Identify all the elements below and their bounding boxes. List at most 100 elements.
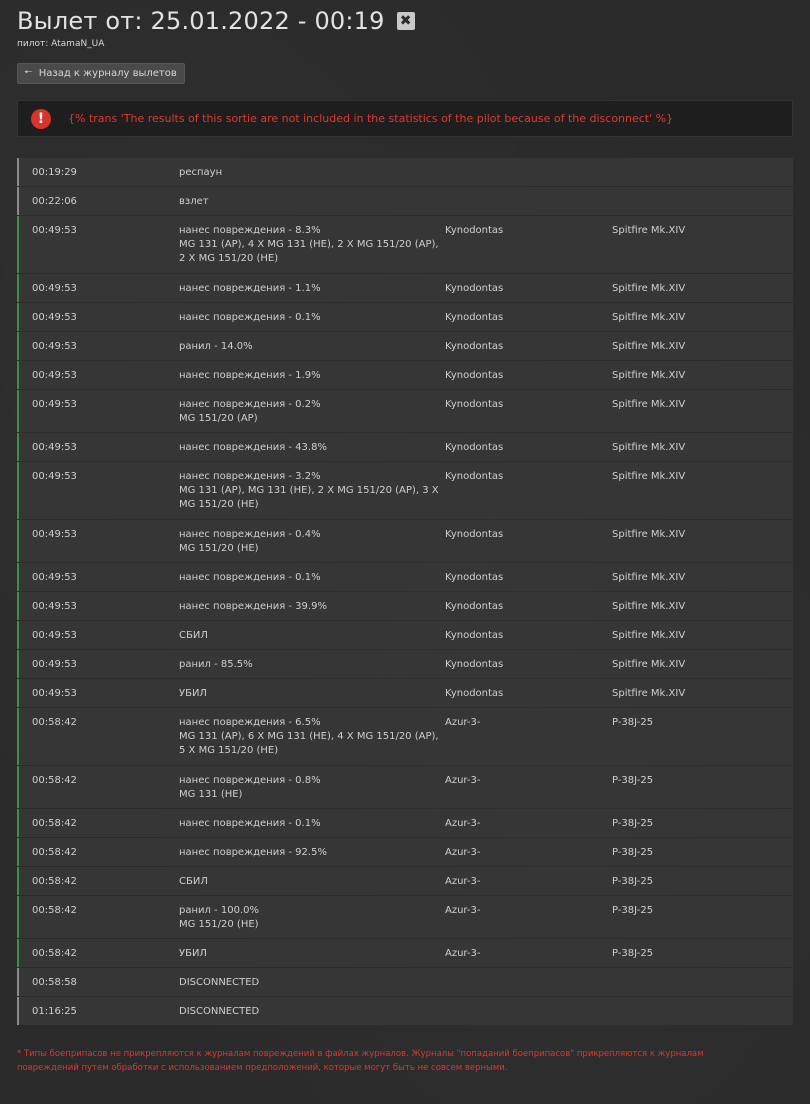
log-target-aircraft: Spitfire Mk.XIV [612, 572, 686, 583]
log-target-aircraft: Spitfire Mk.XIV [612, 225, 686, 236]
log-row: 00:49:53 нанес повреждения - 0.4% MG 151/2… [17, 520, 793, 562]
log-target-aircraft: Spitfire Mk.XIV [612, 601, 686, 612]
log-time: 01:16:25 [32, 1006, 77, 1017]
log-target-aircraft: Spitfire Mk.XIV [612, 312, 686, 323]
log-time: 00:58:42 [32, 775, 77, 786]
log-time: 00:22:06 [32, 196, 77, 207]
log-event-cell: нанес повреждения - 0.2% MG 151/20 (AP) [179, 398, 445, 424]
log-event: нанес повреждения - 3.2% [179, 471, 321, 482]
log-row: 00:58:42 СБИЛ Azur-3- P-38J-25 [17, 867, 793, 895]
log-time: 00:49:53 [32, 370, 77, 381]
log-time: 00:58:58 [32, 977, 77, 988]
log-event: УБИЛ [179, 688, 207, 699]
log-row: 00:49:53 нанес повреждения - 0.2% MG 151/2… [17, 390, 793, 432]
log-target-pilot [445, 195, 612, 207]
log-target-aircraft: Spitfire Mk.XIV [612, 659, 686, 670]
log-event-cell: нанес повреждения - 3.2% MG 131 (AP), MG … [179, 470, 445, 511]
log-target-pilot: Kynodontas [445, 601, 504, 612]
log-ammo: MG 131 (AP), MG 131 (HE), 2 X MG 151/20 … [179, 484, 439, 510]
log-event-cell: взлет [179, 195, 445, 207]
log-target-pilot: Kynodontas [445, 341, 504, 352]
log-target-pilot: Kynodontas [445, 572, 504, 583]
log-target-pilot: Azur-3- [445, 847, 481, 858]
log-event: взлет [179, 196, 209, 207]
log-event: ранил - 85.5% [179, 659, 253, 670]
log-target-pilot: Kynodontas [445, 283, 504, 294]
log-target-aircraft: Spitfire Mk.XIV [612, 471, 686, 482]
log-target-pilot: Kynodontas [445, 312, 504, 323]
log-row: 00:58:42 ранил - 100.0% MG 151/20 (HE) Azur… [17, 896, 793, 938]
log-row: 00:49:53 нанес повреждения - 1.9% Kynodont… [17, 361, 793, 389]
log-target-pilot: Azur-3- [445, 775, 481, 786]
log-event: нанес повреждения - 0.2% [179, 399, 321, 410]
log-event: нанес повреждения - 0.1% [179, 818, 321, 829]
log-event-cell: СБИЛ [179, 629, 445, 641]
log-event-cell: DISCONNECTED [179, 1005, 445, 1017]
log-row: 00:49:53 УБИЛ Kynodontas Spitfire Mk.XIV [17, 679, 793, 707]
log-event: нанес повреждения - 43.8% [179, 442, 327, 453]
log-event-cell: нанес повреждения - 0.1% [179, 311, 445, 323]
log-time: 00:19:29 [32, 167, 77, 178]
log-time: 00:49:53 [32, 529, 77, 540]
sortie-page: Вылет от: 25.01.2022 - 00:19 ✖ пилот: At… [0, 0, 810, 1075]
log-event: УБИЛ [179, 948, 207, 959]
log-target-pilot: Azur-3- [445, 818, 481, 829]
log-target-aircraft: Spitfire Mk.XIV [612, 442, 686, 453]
log-target-pilot: Kynodontas [445, 442, 504, 453]
log-target-pilot: Kynodontas [445, 399, 504, 410]
log-row: 00:49:53 нанес повреждения - 0.1% Kynodont… [17, 563, 793, 591]
disconnect-alert: ! {% trans 'The results of this sortie a… [17, 100, 793, 137]
log-event-cell: ранил - 14.0% [179, 340, 445, 352]
log-target-pilot: Azur-3- [445, 876, 481, 887]
log-target-aircraft [612, 195, 793, 207]
log-event: нанес повреждения - 39.9% [179, 601, 327, 612]
log-row: 00:49:53 СБИЛ Kynodontas Spitfire Mk.XIV [17, 621, 793, 649]
log-event: ранил - 100.0% [179, 905, 259, 916]
log-time: 00:58:42 [32, 948, 77, 959]
log-row: 00:49:53 нанес повреждения - 3.2% MG 131 (… [17, 462, 793, 519]
log-event: нанес повреждения - 1.9% [179, 370, 321, 381]
log-ammo: MG 151/20 (HE) [179, 918, 259, 930]
log-target-aircraft: P-38J-25 [612, 818, 654, 829]
sortie-log: 00:19:29 респаун 00:22:06 взлет 00:49:53 нане… [17, 158, 793, 1025]
log-target-pilot: Kynodontas [445, 688, 504, 699]
log-event: нанес повреждения - 0.4% [179, 529, 321, 540]
log-time: 00:49:53 [32, 471, 77, 482]
log-row: 00:58:42 нанес повреждения - 0.1% Azur-3- P… [17, 809, 793, 837]
log-event-cell: нанес повреждения - 39.9% [179, 600, 445, 612]
log-event: нанес повреждения - 6.5% [179, 717, 321, 728]
log-event-cell: нанес повреждения - 1.1% [179, 282, 445, 294]
log-event: нанес повреждения - 1.1% [179, 283, 321, 294]
log-time: 00:58:42 [32, 717, 77, 728]
log-event: нанес повреждения - 92.5% [179, 847, 327, 858]
log-event-cell: УБИЛ [179, 687, 445, 699]
log-time: 00:49:53 [32, 572, 77, 583]
log-ammo: MG 151/20 (AP) [179, 412, 258, 424]
log-time: 00:49:53 [32, 659, 77, 670]
log-ammo: MG 131 (AP), 4 X MG 131 (HE), 2 X MG 151… [179, 238, 439, 264]
log-target-pilot [445, 1005, 612, 1017]
back-to-sorties-button[interactable]: 🠔 Назад к журналу вылетов [17, 63, 185, 84]
log-target-aircraft [612, 976, 793, 988]
log-time: 00:49:53 [32, 601, 77, 612]
title-row: Вылет от: 25.01.2022 - 00:19 ✖ [17, 0, 793, 36]
log-target-aircraft [612, 166, 793, 178]
log-target-aircraft: Spitfire Mk.XIV [612, 630, 686, 641]
log-time: 00:58:42 [32, 847, 77, 858]
log-event-cell: нанес повреждения - 0.8% MG 131 (HE) [179, 774, 445, 800]
log-row: 00:58:42 нанес повреждения - 92.5% Azur-3-… [17, 838, 793, 866]
log-event: респаун [179, 167, 223, 178]
log-event-cell: DISCONNECTED [179, 976, 445, 988]
log-target-pilot: Azur-3- [445, 948, 481, 959]
log-target-aircraft: P-38J-25 [612, 876, 654, 887]
log-target-aircraft: Spitfire Mk.XIV [612, 688, 686, 699]
back-button-label: Назад к журналу вылетов [38, 68, 177, 79]
exclamation-icon: ! [31, 108, 51, 129]
close-icon[interactable]: ✖ [396, 12, 415, 30]
log-row: 00:49:53 нанес повреждения - 43.8% Kynodon… [17, 433, 793, 461]
page-title: Вылет от: 25.01.2022 - 00:19 [17, 7, 385, 35]
log-row: 00:49:53 ранил - 85.5% Kynodontas Spitfire … [17, 650, 793, 678]
log-time: 00:58:42 [32, 818, 77, 829]
log-target-aircraft: P-38J-25 [612, 905, 654, 916]
log-row: 00:49:53 нанес повреждения - 0.1% Kynodont… [17, 303, 793, 331]
